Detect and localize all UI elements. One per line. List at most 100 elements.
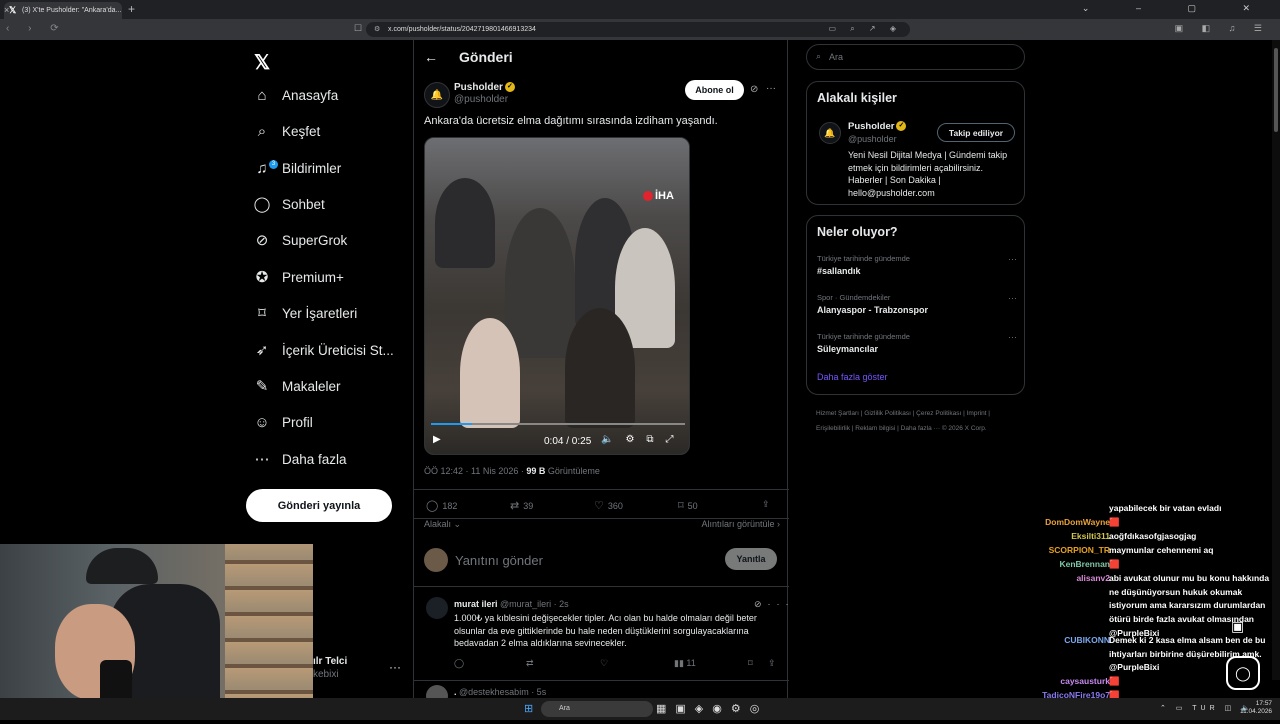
bell-icon: ♫ 3 [253, 159, 278, 177]
trend-item[interactable]: Spor · Gündemdekiler Alanyaspor - Trabzon… [817, 293, 1017, 315]
views-button[interactable]: ▮▮ 11 [674, 658, 696, 669]
windows-start-icon[interactable]: ⊞ [524, 702, 533, 715]
reply-author[interactable]: murat ileri @murat_ileri · 2s [454, 599, 569, 609]
taskbar-apps[interactable]: ▦▣◈◉⚙◎ [656, 702, 768, 715]
following-button[interactable]: Takip ediliyor [937, 123, 1015, 142]
share-icon[interactable]: ⇪ [768, 658, 776, 669]
video-time: 0:04 / 0:25 [544, 436, 592, 447]
bookmark-page-icon[interactable]: ☐ [354, 23, 362, 34]
sidebar-item-explore[interactable]: ⌕ Keşfet [253, 118, 320, 144]
sidebar-item-bookmarks[interactable]: ⌑ Yer İşaretleri [253, 300, 357, 326]
sidebar-item-creator-studio[interactable]: ➶ İçerik Üreticisi St... [253, 337, 394, 363]
sidebar-item-more[interactable]: ⋯ Daha fazla [253, 446, 347, 472]
video-progress-bar[interactable] [431, 423, 685, 425]
post-button[interactable]: Gönderi yayınla [246, 489, 392, 522]
grok-icon[interactable]: ⊘ [750, 84, 758, 95]
reply-item[interactable]: murat ileri @murat_ileri · 2s ⊘··· 1.000… [414, 591, 789, 681]
repost-icon[interactable]: ⇄ [526, 658, 534, 669]
sidebar-item-notifications[interactable]: ♫ 3 Bildirimler [253, 155, 341, 181]
view-count: 99 B [526, 466, 546, 476]
chat-username: alisanv2 [1076, 573, 1110, 583]
show-more-link[interactable]: Daha fazla göster [817, 372, 888, 382]
url-field[interactable]: ⚙ x.com/pusholder/status/204271980146691… [366, 22, 910, 37]
chat-username: DomDomWayne [1045, 517, 1110, 527]
video-control-icons[interactable]: 🔈⚙⧉⤢ [601, 434, 686, 445]
url-action-icons[interactable]: ▭ ⌕ ↗ ◈ [828, 24, 902, 34]
nav-buttons[interactable]: ‹ › ⟳ [6, 23, 67, 34]
verified-badge-icon: ✓ [896, 121, 907, 132]
close-tab-icon[interactable]: × [4, 5, 122, 15]
sidebar-item-profile[interactable]: ☺ Profil [253, 409, 312, 435]
back-arrow-icon[interactable]: ← [424, 49, 438, 65]
window-controls[interactable]: ⌄ – ▢ ✕ [1082, 3, 1272, 14]
repost-button[interactable]: ⇄ 39 [510, 499, 533, 512]
tab-strip: 𝕏 (3) X'te Pusholder: "Ankara'da... × + … [0, 0, 1280, 19]
account-handle: kebixi [313, 669, 339, 680]
taskbar-clock[interactable]: 17:57 11.04.2026 [1240, 700, 1272, 716]
author-avatar[interactable]: 🔔 [424, 82, 450, 108]
trend-item[interactable]: Türkiye tarihinde gündemde #sallandık ··· [817, 254, 1017, 276]
like-button[interactable]: ♡ 360 [594, 499, 623, 512]
footer-links[interactable]: Hizmet Şartları | Gizlilik Politikası | … [816, 406, 1016, 436]
author-handle[interactable]: @pusholder [454, 94, 508, 105]
reply-action-icons[interactable]: ⊘··· [754, 599, 795, 610]
heart-icon[interactable]: ♡ [600, 658, 608, 669]
video-controls: ▶ 0:04 / 0:25 🔈⚙⧉⤢ [425, 428, 689, 454]
extension-icons[interactable]: ▣ ◧ ♫ ☰ [1175, 23, 1270, 34]
site-info-icon[interactable]: ⚙ [374, 25, 380, 33]
sidebar-item-home[interactable]: ⌂ Anasayfa [253, 82, 338, 108]
sidebar-item-premium[interactable]: ✪ Premium+ [253, 264, 344, 290]
sidebar-item-supergrok[interactable]: ⊘ SuperGrok [253, 227, 348, 253]
bookmark-icon[interactable]: ⌑ [748, 658, 753, 669]
post-meta: ÖÖ 12:42 · 11 Nis 2026 · 99 B Görüntülem… [424, 466, 600, 476]
related-handle[interactable]: @pusholder [848, 134, 897, 144]
reply-icon[interactable]: ◯ [454, 658, 464, 669]
sidebar-item-chat[interactable]: ◯ Sohbet [253, 191, 325, 217]
chat-bubble-icon[interactable]: ◯ [1226, 656, 1260, 690]
avatar[interactable] [426, 597, 448, 619]
more-icon: ··· [1008, 332, 1017, 342]
taskbar-search[interactable]: Ara [541, 701, 653, 717]
sort-row: Alakalı ⌄ Alıntıları görüntüle › [424, 519, 780, 530]
more-icon[interactable]: ··· [766, 83, 776, 94]
sidebar-item-articles[interactable]: ✎ Makaleler [253, 373, 341, 399]
related-title: Alakalı kişiler [817, 91, 897, 105]
heart-icon: ♡ [594, 500, 604, 512]
author-name[interactable]: Pusholder ✓ [454, 82, 515, 93]
sort-relevant[interactable]: Alakalı ⌄ [424, 519, 461, 529]
search-icon: ⌕ [816, 51, 822, 61]
repost-icon: ⇄ [510, 500, 520, 512]
bookmark-icon: ⌑ [678, 500, 684, 512]
share-icon[interactable]: ⇪ [762, 499, 770, 510]
related-name[interactable]: Pusholder ✓ [848, 121, 907, 132]
chat-username: CUBIKONN [1064, 635, 1110, 645]
trend-item[interactable]: Türkiye tarihinde gündemde Süleymancılar ·… [817, 332, 1017, 354]
twitch-logo-icon[interactable]: ▣ [1231, 618, 1244, 635]
chat-text: abi avukat olunur mu bu konu hakkında ne… [1109, 573, 1270, 638]
page-scrollbar[interactable] [1272, 40, 1280, 680]
reply-author[interactable]: . @destekhesabim · 5s [454, 687, 546, 697]
play-icon[interactable]: ▶ [433, 434, 441, 445]
scrollbar-thumb[interactable] [1274, 48, 1278, 132]
reply-input[interactable]: Yanıtını gönder [455, 553, 543, 568]
x-logo-icon[interactable]: 𝕏 [254, 50, 270, 75]
more-icon: ··· [1008, 293, 1017, 303]
video-player[interactable]: İHA ▶ 0:04 / 0:25 🔈⚙⧉⤢ [424, 137, 690, 455]
reply-submit-button[interactable]: Yanıtla [725, 548, 777, 570]
bookmark-button[interactable]: ⌑ 50 [678, 499, 698, 512]
search-input[interactable]: ⌕ Ara [806, 44, 1025, 70]
chat-text: yapabilecek bir vatan evladı [1109, 503, 1222, 513]
new-tab-button[interactable]: + [128, 2, 135, 16]
agency-watermark: İHA [643, 190, 674, 202]
reply-button[interactable]: ◯ 182 [426, 499, 457, 512]
browser-tab[interactable]: 𝕏 (3) X'te Pusholder: "Ankara'da... × [4, 2, 122, 19]
avatar[interactable]: 🔔 [819, 122, 841, 144]
post-text: Ankara'da ücretsiz elma dağıtımı sırasın… [424, 115, 718, 127]
notification-badge: 3 [269, 159, 278, 169]
subscribe-button[interactable]: Abone ol [685, 80, 744, 100]
view-quotes-link[interactable]: Alıntıları görüntüle › [701, 519, 780, 529]
verified-badge-icon: ✓ [504, 82, 515, 93]
person-icon: ☺ [254, 413, 270, 431]
article-icon: ✎ [255, 378, 269, 395]
more-icon[interactable]: ··· [389, 660, 401, 674]
